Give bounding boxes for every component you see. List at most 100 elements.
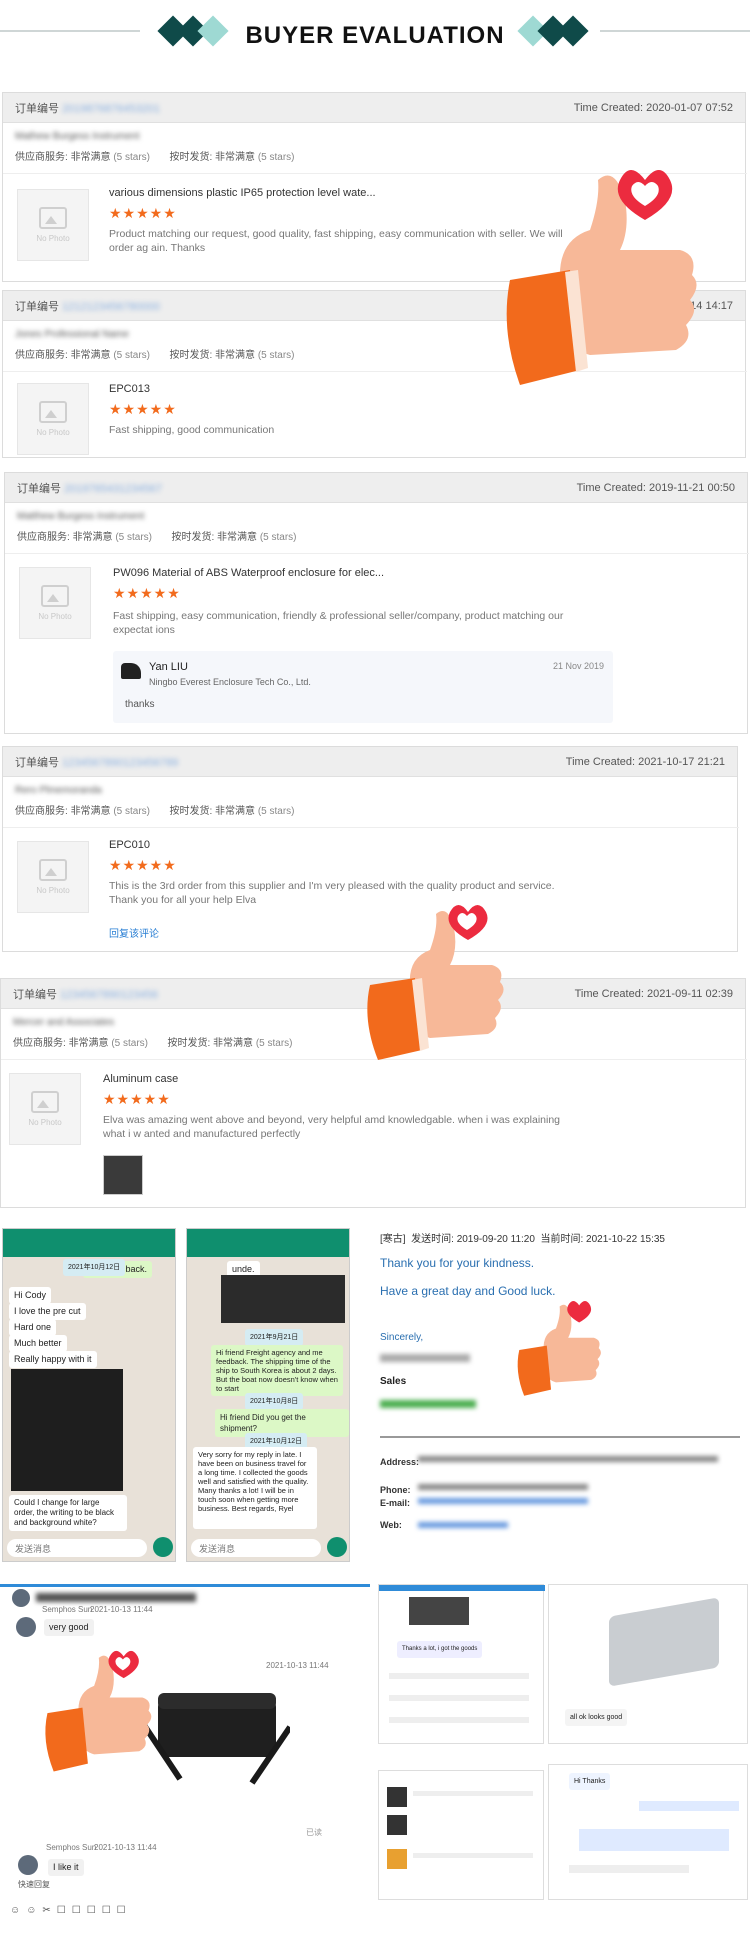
review-card: 订单编号 2019765431234567 Time Created: 2019… (4, 472, 749, 734)
reply-company: Ningbo Everest Enclosure Tech Co., Ltd. (149, 677, 311, 687)
rating-row: 供应商服务: 非常满意 (5 stars) 按时发货: 非常满意 (5 star… (17, 532, 297, 543)
review-text: Elva was amazing went above and beyond, … (103, 1114, 561, 1140)
chat-message: Really happy with it (9, 1351, 97, 1368)
buyer-name: Rero Plmemoranda (15, 785, 102, 796)
thumbs-up-heart-icon (480, 160, 720, 410)
chat-message: all ok looks good (565, 1709, 628, 1726)
message-time: 2021-10-13 11:44 (266, 1661, 329, 1670)
product-name[interactable]: PW096 Material of ABS Waterproof enclosu… (113, 567, 384, 579)
reply-link[interactable]: 回复该评论 (109, 925, 159, 940)
supplier-avatar-icon (121, 663, 141, 679)
review-header: 订单编号 1234567890123456789 Time Created: 2… (3, 747, 737, 777)
review-photo[interactable] (103, 1155, 143, 1195)
star-rating: ★★★★★ (103, 1091, 171, 1107)
chat-message: Hi Cody (9, 1287, 52, 1304)
order-number[interactable]: 2019876876453201 (62, 103, 160, 115)
qq-avatar (16, 1617, 36, 1637)
chat-topbar (3, 1229, 175, 1257)
email-screenshot: [寒古] 发送时间: 2019-09-20 11:20 当前时间: 2021-1… (378, 1226, 748, 1556)
microphone-icon[interactable] (327, 1537, 347, 1557)
thumbs-up-heart-icon (28, 1647, 168, 1787)
microphone-icon[interactable] (153, 1537, 173, 1557)
page-title: BUYER EVALUATION (245, 22, 505, 49)
star-rating: ★★★★★ (109, 401, 177, 417)
qq-chat-screenshot: Semphos Sun 2021-10-13 11:44 very good 2… (0, 1584, 370, 1934)
chat-date: 2021年10月8日 (245, 1393, 304, 1410)
chat-date: 2021年9月21日 (245, 1329, 304, 1346)
chat-topbar (187, 1229, 349, 1257)
quick-reply[interactable]: 快速回复 (18, 1879, 50, 1890)
product-thumbnail: No Photo (9, 1073, 81, 1145)
time-created: 2019-11-21 00:50 (648, 481, 735, 494)
qq-toolbar[interactable]: ☺☺✂☐☐☐☐☐ (10, 1905, 190, 1916)
review-text: Fast shipping, easy communication, frien… (113, 610, 564, 636)
sender-name: Semphos Sun (46, 1843, 97, 1852)
product-name[interactable]: various dimensions plastic IP65 protecti… (109, 187, 376, 199)
message-time: 2021-10-13 11:44 (94, 1843, 157, 1852)
sender-name: Semphos Sun (42, 1605, 93, 1614)
star-rating: ★★★★★ (109, 857, 177, 873)
review-header: 订单编号 2019876876453201 Time Created: 2020… (3, 93, 745, 123)
email-signature-company (380, 1400, 476, 1408)
chat-message: Much better (9, 1335, 67, 1352)
chat-message: Thanks a lot, i got the goods (397, 1641, 483, 1658)
order-number[interactable]: 2019765431234567 (64, 483, 162, 495)
thumbs-up-heart-icon (350, 900, 520, 1080)
image-icon (39, 859, 67, 881)
image-icon (39, 207, 67, 229)
reply-name: Yan LIU (149, 661, 188, 673)
email-line: Sincerely, (380, 1332, 424, 1343)
email-meta: [寒古] 发送时间: 2019-09-20 11:20 当前时间: 2021-1… (380, 1234, 665, 1245)
thumbs-up-heart-icon (504, 1298, 614, 1408)
email-line: Sales (380, 1376, 407, 1387)
chat-screenshot: unde. 2021年9月21日 Hi friend Freight agenc… (186, 1228, 350, 1562)
review-header: 订单编号 2019765431234567 Time Created: 2019… (5, 473, 747, 503)
chat-photo[interactable] (609, 1597, 719, 1687)
chat-photo[interactable] (409, 1597, 469, 1625)
chat-photo[interactable] (11, 1369, 123, 1491)
product-name[interactable]: EPC010 (109, 839, 150, 851)
chat-screenshot: your feedback. 2021年10月12日 Hi Cody I lov… (2, 1228, 176, 1562)
message-time: 2021-10-13 11:44 (90, 1605, 153, 1614)
chat-message: Very sorry for my reply in late. I have … (193, 1447, 317, 1529)
chat-photo[interactable] (221, 1275, 345, 1323)
chat-input[interactable]: 发送消息 (7, 1539, 147, 1557)
product-thumbnail: No Photo (19, 567, 91, 639)
qq-title (36, 1593, 196, 1602)
buyer-name: Matthew Burgess Instrument (17, 511, 145, 522)
chat-date: 2021年10月12日 (63, 1259, 126, 1276)
reply-text: thanks (125, 699, 155, 710)
time-created: 2021-09-11 02:39 (646, 987, 733, 1000)
email-line: Thank you for your kindness. (380, 1256, 535, 1270)
time-created-label: Time Created: (573, 101, 644, 114)
time-created: 2020-01-07 07:52 (646, 101, 733, 114)
chat-screenshot-small (378, 1770, 544, 1900)
read-status: 已读 (306, 1828, 322, 1837)
supplier-reply: Yan LIU Ningbo Everest Enclosure Tech Co… (113, 651, 613, 723)
chat-message: Hi friend Freight agency and me feedback… (211, 1345, 343, 1396)
email-line: Have a great day and Good luck. (380, 1284, 556, 1298)
chat-screenshot-small: all ok looks good (548, 1584, 748, 1744)
review-text: Fast shipping, good communication (109, 424, 275, 436)
product-name[interactable]: Aluminum case (103, 1073, 178, 1085)
product-name[interactable]: EPC013 (109, 383, 150, 395)
product-thumbnail: No Photo (17, 189, 89, 261)
star-rating: ★★★★★ (109, 205, 177, 221)
chat-message: I like it (48, 1859, 84, 1876)
chat-input[interactable]: 发送消息 (191, 1539, 321, 1557)
chat-message: Hard one (9, 1319, 57, 1336)
time-created: 2021-10-17 21:21 (638, 755, 725, 768)
email-signature-name (380, 1354, 470, 1362)
chat-screenshot-small: Hi Thanks (548, 1764, 748, 1900)
chat-message: Hi Thanks (569, 1773, 611, 1790)
qq-avatar (18, 1855, 38, 1875)
order-number-label: 订单编号 (15, 102, 59, 115)
rating-row: 供应商服务: 非常满意 (5 stars) 按时发货: 非常满意 (5 star… (15, 806, 295, 817)
order-number[interactable]: 1212123456780000 (62, 301, 160, 313)
order-number[interactable]: 1234567890123456789 (62, 757, 178, 769)
chat-message: Could I change for large order, the writ… (9, 1495, 127, 1531)
order-number[interactable]: 1234567890123456 (60, 989, 158, 1001)
reply-date: 21 Nov 2019 (553, 661, 605, 671)
email-contact: E-mail: Web: (380, 1498, 411, 1530)
qq-avatar (12, 1589, 30, 1607)
